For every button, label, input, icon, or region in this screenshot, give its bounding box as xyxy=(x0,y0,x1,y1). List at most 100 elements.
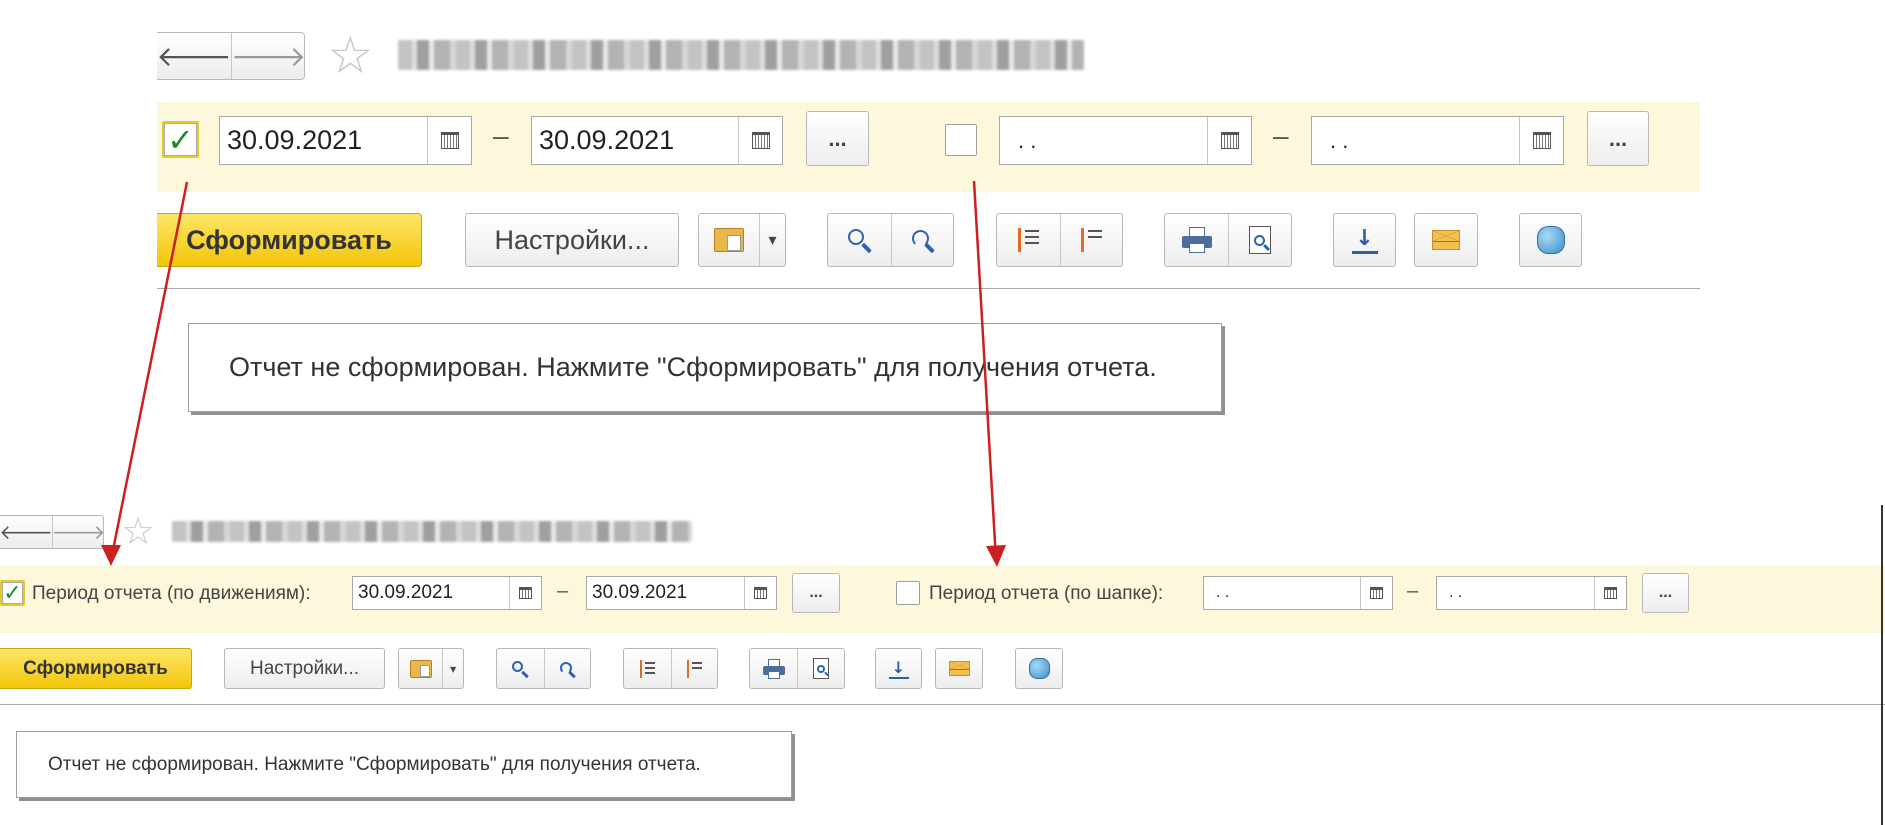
period1-to-value: 30.09.2021 xyxy=(592,582,688,603)
settings-button[interactable]: Настройки... xyxy=(224,648,385,689)
settings-icon-button[interactable] xyxy=(1519,213,1582,267)
forward-button[interactable]: 🡒 xyxy=(51,516,104,548)
period1-from-field[interactable]: 30.09.2021 xyxy=(352,576,542,610)
folder-icon xyxy=(409,659,432,678)
period1-from-value: 30.09.2021 xyxy=(358,582,454,603)
period2-to-field[interactable]: . . xyxy=(1311,116,1564,165)
period2-from-calendar-button[interactable] xyxy=(1207,117,1251,164)
sort-descending-icon xyxy=(638,659,656,679)
back-button[interactable]: 🡐 xyxy=(0,516,53,548)
search-icon xyxy=(511,660,530,678)
search-refresh-button[interactable] xyxy=(890,214,954,266)
generate-button[interactable]: Сформировать xyxy=(157,213,422,267)
chevron-down-icon: ▾ xyxy=(759,214,785,266)
period2-to-calendar-button[interactable] xyxy=(1519,117,1563,164)
back-arrow-icon: 🡐 xyxy=(0,520,53,544)
period1-from-field[interactable]: 30.09.2021 xyxy=(219,116,472,165)
arrow-period1-head xyxy=(101,545,121,566)
period2-from-field[interactable]: . . xyxy=(1203,576,1393,610)
sort-descending-button[interactable] xyxy=(624,649,671,688)
period1-select-button[interactable]: ... xyxy=(806,111,869,166)
report-variants-button[interactable]: ▾ xyxy=(398,648,464,689)
period1-checkbox[interactable]: ✓ xyxy=(0,580,25,606)
calendar-icon xyxy=(519,587,532,599)
settings-icon xyxy=(1536,226,1565,254)
period2-select-button[interactable]: ... xyxy=(1642,573,1689,613)
calendar-icon xyxy=(1532,132,1551,149)
print-button[interactable] xyxy=(750,649,797,688)
period1-to-calendar-button[interactable] xyxy=(738,117,782,164)
period1-select-button[interactable]: ... xyxy=(792,573,840,613)
period2-from-field[interactable]: . . xyxy=(999,116,1252,165)
search-icon xyxy=(846,227,873,254)
print-icon xyxy=(1181,227,1212,253)
period1-to-value: 30.09.2021 xyxy=(539,125,675,155)
bottom-toolbar-divider xyxy=(0,704,1885,705)
mail-icon xyxy=(948,661,970,676)
period2-from-value: . . xyxy=(1216,584,1230,601)
period2-label: Период отчета (по шапке): xyxy=(929,583,1164,604)
download-icon: ↓ xyxy=(1351,226,1378,254)
generate-button[interactable]: Сформировать xyxy=(0,648,192,689)
print-group xyxy=(1164,213,1292,267)
search-button[interactable] xyxy=(497,649,544,688)
sort-descending-button[interactable] xyxy=(997,214,1060,266)
search-refresh-icon xyxy=(909,227,936,254)
report-variants-button[interactable]: ▾ xyxy=(698,213,786,267)
period1-to-calendar-button[interactable] xyxy=(744,577,776,609)
folder-icon xyxy=(714,228,744,252)
search-refresh-icon xyxy=(558,660,577,678)
print-icon xyxy=(762,658,785,679)
back-button[interactable]: 🡐 xyxy=(157,33,232,79)
period1-dash: – xyxy=(557,580,569,602)
period1-checkbox[interactable]: ✓ xyxy=(162,120,199,159)
top-toolbar-divider xyxy=(157,288,1700,289)
send-mail-button[interactable] xyxy=(1414,213,1478,267)
period1-label: Период отчета (по движениям): xyxy=(32,583,311,604)
star-icon[interactable]: ☆ xyxy=(121,510,155,552)
sort-descending-icon xyxy=(1015,226,1041,254)
search-group xyxy=(496,648,591,689)
search-group xyxy=(827,213,954,267)
page-title-redacted xyxy=(398,40,1084,70)
sort-ascending-button[interactable] xyxy=(670,649,718,688)
period1-to-field[interactable]: 30.09.2021 xyxy=(531,116,783,165)
forward-button[interactable]: 🡒 xyxy=(231,33,304,79)
page-title-redacted xyxy=(172,521,692,542)
report-not-generated-message: Отчет не сформирован. Нажмите "Сформиров… xyxy=(188,323,1222,412)
period2-to-value: . . xyxy=(1330,127,1349,153)
period2-checkbox[interactable] xyxy=(945,124,977,156)
period2-dash: – xyxy=(1407,580,1419,602)
save-button[interactable]: ↓ xyxy=(1333,213,1396,267)
period1-from-calendar-button[interactable] xyxy=(509,577,541,609)
period2-checkbox[interactable] xyxy=(896,581,920,605)
send-mail-button[interactable] xyxy=(935,648,983,689)
settings-icon-button[interactable] xyxy=(1015,648,1063,689)
sort-group xyxy=(623,648,718,689)
settings-button[interactable]: Настройки... xyxy=(465,213,679,267)
check-mark-icon: ✓ xyxy=(3,580,22,606)
period2-select-button[interactable]: ... xyxy=(1587,111,1649,166)
save-button[interactable]: ↓ xyxy=(875,648,922,689)
period2-to-value: . . xyxy=(1449,584,1463,601)
bottom-nav-group: 🡐 🡒 xyxy=(0,515,104,549)
forward-arrow-icon: 🡒 xyxy=(51,520,104,544)
period1-to-field[interactable]: 30.09.2021 xyxy=(586,576,777,610)
search-refresh-button[interactable] xyxy=(543,649,591,688)
print-preview-button[interactable] xyxy=(797,649,844,688)
print-group xyxy=(749,648,845,689)
period2-from-calendar-button[interactable] xyxy=(1360,577,1392,609)
check-mark-icon: ✓ xyxy=(167,120,194,159)
arrow-period2-head xyxy=(986,545,1006,567)
sort-group xyxy=(996,213,1123,267)
period1-dash: – xyxy=(493,120,509,151)
search-button[interactable] xyxy=(828,214,891,266)
top-nav-group: 🡐 🡒 xyxy=(157,32,305,80)
print-preview-button[interactable] xyxy=(1228,214,1291,266)
star-icon[interactable]: ☆ xyxy=(327,28,374,84)
sort-ascending-button[interactable] xyxy=(1059,214,1123,266)
period2-to-calendar-button[interactable] xyxy=(1594,577,1626,609)
print-button[interactable] xyxy=(1165,214,1228,266)
period1-from-calendar-button[interactable] xyxy=(427,117,471,164)
period2-to-field[interactable]: . . xyxy=(1436,576,1627,610)
